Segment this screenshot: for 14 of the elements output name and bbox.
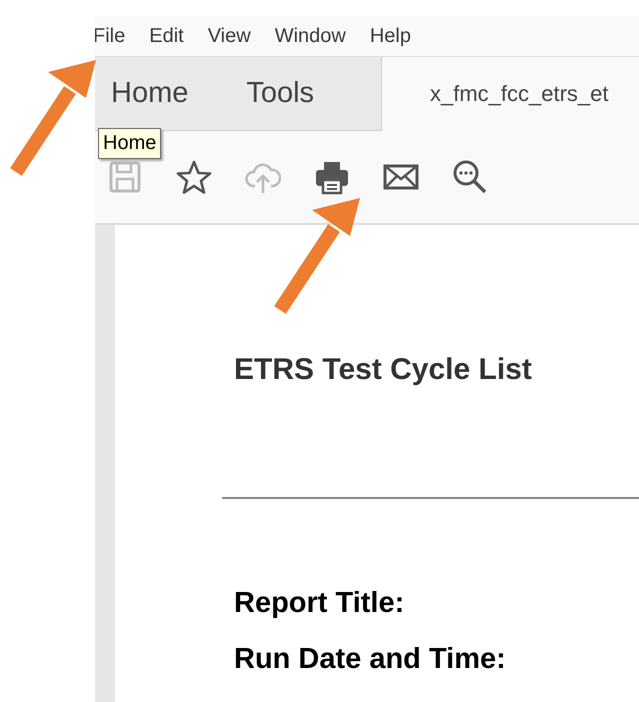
star-icon[interactable]: [176, 159, 212, 195]
menu-item[interactable]: File: [95, 24, 126, 48]
field-label: Run Date and Time:: [234, 643, 507, 677]
document-title: ETRS Test Cycle List: [234, 353, 533, 387]
search-icon[interactable]: [452, 159, 488, 195]
tooltip: Home: [98, 128, 162, 159]
nav-tab[interactable]: Tools: [236, 57, 324, 130]
menu-item[interactable]: Help: [370, 24, 411, 48]
menu-item[interactable]: Edit: [149, 24, 184, 48]
nav-tab[interactable]: Home: [101, 57, 198, 130]
printer-icon[interactable]: [314, 159, 350, 195]
field-label: Report Title:: [234, 587, 406, 621]
menu-item[interactable]: View: [208, 24, 251, 48]
menu-item[interactable]: Window: [274, 24, 346, 48]
